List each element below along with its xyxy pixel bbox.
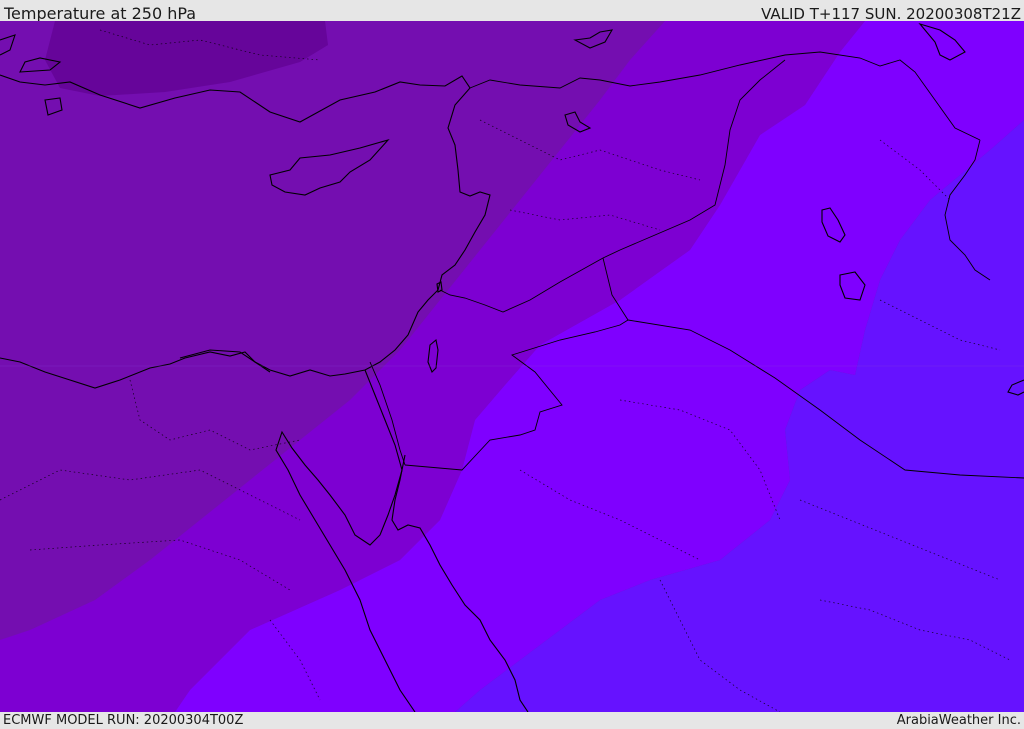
map-canvas bbox=[0, 21, 1024, 712]
forecast-map-frame: Temperature at 250 hPa VALID T+117 SUN. … bbox=[0, 0, 1024, 729]
header-bar: Temperature at 250 hPa VALID T+117 SUN. … bbox=[0, 0, 1024, 23]
credit-label: ArabiaWeather Inc. bbox=[896, 713, 1021, 728]
footer-bar: ECMWF MODEL RUN: 20200304T00Z ArabiaWeat… bbox=[0, 712, 1024, 729]
temperature-map[interactable] bbox=[0, 21, 1024, 712]
model-run-label: ECMWF MODEL RUN: 20200304T00Z bbox=[3, 713, 244, 728]
